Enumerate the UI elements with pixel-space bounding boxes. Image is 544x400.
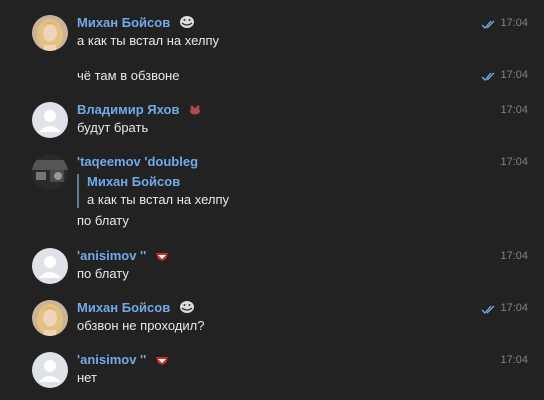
spartak-logo-icon	[155, 354, 169, 370]
avatar[interactable]	[32, 300, 68, 336]
avatar[interactable]	[32, 352, 68, 388]
avatar[interactable]	[32, 102, 68, 138]
read-checkmarks-icon	[481, 69, 497, 87]
message-text: обзвон не проходил?	[77, 318, 205, 333]
quote-author: Михан Бойсов	[87, 174, 181, 189]
avatar[interactable]	[32, 154, 68, 190]
message-history: Михан Бойсов 17:04 а как ты встал на хел…	[0, 0, 544, 400]
author-name-text[interactable]: 'anisimov ''	[77, 248, 146, 263]
author-name[interactable]: 'anisimov ''	[77, 352, 169, 370]
message-item[interactable]: 'anisimov '' 17:04 по блату	[0, 245, 544, 287]
author-name[interactable]: Михан Бойсов	[77, 300, 195, 318]
troll-face-emoji-icon	[179, 300, 195, 318]
message-time: 17:04	[500, 104, 528, 116]
message-text: будут брать	[77, 120, 149, 135]
read-checkmarks-icon	[481, 17, 497, 35]
message-time: 17:04	[500, 302, 528, 314]
message-item[interactable]: Михан Бойсов 17:04 а как ты встал на хел…	[0, 12, 544, 54]
author-name-text[interactable]: Владимир Яхов	[77, 102, 179, 117]
small-creature-emoji-icon	[188, 104, 202, 120]
read-checkmarks-icon	[481, 302, 497, 320]
spartak-logo-icon	[155, 250, 169, 266]
message-text: а как ты встал на хелпу	[77, 33, 220, 48]
message-time: 17:04	[500, 354, 528, 366]
message-item[interactable]: 17:04 чё там в обзвоне	[0, 64, 544, 86]
author-name[interactable]: Владимир Яхов	[77, 102, 202, 120]
quoted-message[interactable]: Михан Бойсов а как ты встал на хелпу	[77, 174, 229, 208]
author-name-text[interactable]: 'anisimov ''	[77, 352, 146, 367]
message-item[interactable]: 'anisimov '' 17:04 нет	[0, 349, 544, 391]
message-item[interactable]: Владимир Яхов 17:04 будут брать	[0, 99, 544, 141]
message-text: по блату	[77, 266, 129, 281]
message-time: 17:04	[500, 250, 528, 262]
quote-text: а как ты встал на хелпу	[87, 192, 230, 207]
message-time: 17:04	[500, 17, 528, 29]
message-text: нет	[77, 370, 97, 385]
avatar[interactable]	[32, 15, 68, 51]
author-name[interactable]: 'anisimov ''	[77, 248, 169, 266]
message-time: 17:04	[500, 156, 528, 168]
author-name[interactable]: Михан Бойсов	[77, 15, 195, 33]
message-item[interactable]: Михан Бойсов 17:04 обзвон не проходил?	[0, 297, 544, 339]
message-text: чё там в обзвоне	[77, 68, 180, 83]
author-name-text[interactable]: Михан Бойсов	[77, 15, 170, 30]
avatar[interactable]	[32, 248, 68, 284]
author-name-text[interactable]: Михан Бойсов	[77, 300, 170, 315]
message-time: 17:04	[500, 69, 528, 81]
author-name[interactable]: 'taqeemov 'doubleg	[77, 154, 198, 170]
message-text: по блату	[77, 213, 129, 228]
troll-face-emoji-icon	[179, 15, 195, 33]
message-item[interactable]: 'taqeemov 'doubleg 17:04 Михан Бойсов а …	[0, 151, 544, 231]
